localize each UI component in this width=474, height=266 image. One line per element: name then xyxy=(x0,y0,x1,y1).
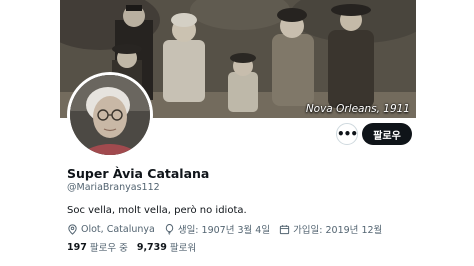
avatar[interactable] xyxy=(67,72,153,158)
banner-caption: Nova Orleans, 1911 xyxy=(305,103,410,115)
birthdate-text: 생일: 1907년 3월 4일 xyxy=(177,225,271,236)
profile-bio: Soc vella, molt vella, però no idiota. xyxy=(67,205,247,216)
following-label: 팔로우 중 xyxy=(89,243,128,254)
profile-stats: 197 팔로우 중 9,739 팔로워 xyxy=(67,240,205,255)
location-pin-icon xyxy=(68,223,77,235)
profile-meta: Olot, Catalunya 생일: 1907년 3월 4일 가입일: 201… xyxy=(67,222,391,236)
followers-label: 팔로워 xyxy=(169,243,197,254)
joined-item: 가입일: 2019년 12월 xyxy=(279,222,382,236)
location-text: Olot, Catalunya xyxy=(81,223,155,235)
location-item: Olot, Catalunya xyxy=(67,224,155,235)
more-options-button[interactable]: ••• xyxy=(336,123,358,145)
follow-button[interactable]: 팔로우 xyxy=(362,123,412,145)
profile-handle: @MariaBranyas112 xyxy=(67,182,160,193)
following-stat[interactable]: 197 팔로우 중 xyxy=(67,240,128,255)
joined-text: 가입일: 2019년 12월 xyxy=(293,225,383,236)
calendar-icon xyxy=(279,224,290,234)
following-count: 197 xyxy=(67,241,87,253)
balloon-icon xyxy=(165,223,174,235)
followers-count: 9,739 xyxy=(136,241,167,253)
more-icon: ••• xyxy=(337,127,358,141)
profile-card: Nova Orleans, 1911 ••• 팔로우 Super Àvia Ca… xyxy=(0,0,474,266)
avatar-photo xyxy=(70,75,150,155)
birthdate-item: 생일: 1907년 3월 4일 xyxy=(164,222,270,236)
profile-display-name: Super Àvia Catalana xyxy=(67,166,210,181)
followers-stat[interactable]: 9,739 팔로워 xyxy=(136,240,197,255)
